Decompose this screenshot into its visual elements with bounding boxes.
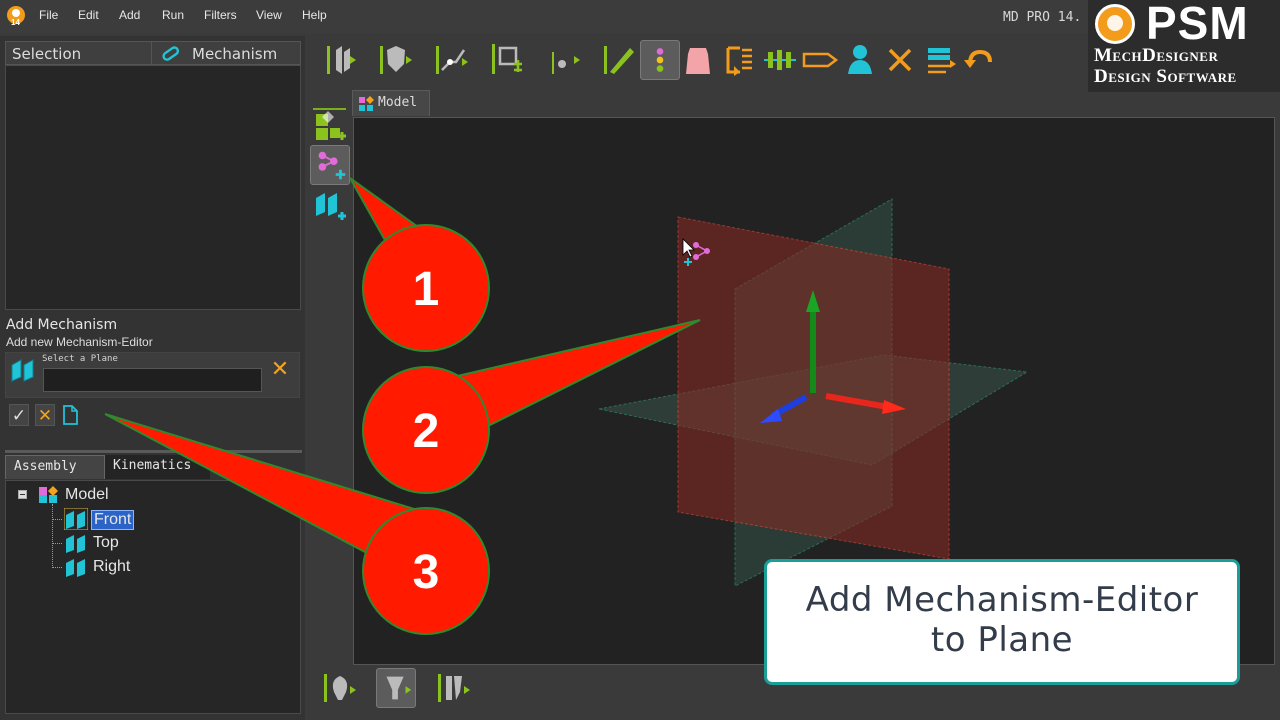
add-plane-icon[interactable] [310,186,350,226]
menu-filters[interactable]: Filters [204,8,237,22]
add-model-icon[interactable] [310,106,350,146]
panel-divider[interactable] [5,450,302,453]
tree-item-top[interactable]: Top [93,534,119,552]
menu-run[interactable]: Run [162,8,184,22]
menu-add[interactable]: Add [119,8,140,22]
add-spring-icon[interactable] [760,40,800,80]
add-mechanism-subtitle: Add new Mechanism-Editor [6,335,153,349]
add-profile-icon[interactable] [488,40,528,80]
plane-icon [11,359,34,382]
add-part-icon[interactable] [376,40,416,80]
select-plane-label: Select a Plane [42,354,118,364]
add-line-icon[interactable] [432,40,472,80]
plane-icon [66,535,85,553]
model-icon [39,486,58,503]
cancel-button[interactable]: ✕ [35,404,55,426]
selection-list-area[interactable] [5,65,301,310]
tree-item-right[interactable]: Right [93,558,130,576]
selection-tabs: Selection Mechanism [5,41,301,65]
tree-guide-line [52,504,53,568]
add-cam-icon[interactable] [320,668,360,708]
tab-assembly[interactable]: Assembly [5,455,105,479]
add-list-icon[interactable] [920,40,960,80]
tree-item-model[interactable]: Model [65,486,109,504]
model-tree [5,480,301,714]
delete-icon[interactable] [880,40,920,80]
tree-guide-line [52,543,62,544]
undo-icon[interactable] [960,40,1000,80]
add-motion-icon[interactable] [600,40,640,80]
model-icon [359,96,374,111]
clear-plane-icon[interactable]: ✕ [269,359,291,383]
add-gear-icon[interactable] [720,40,760,80]
main-toolbar [318,38,1078,82]
tab-separator [151,41,152,65]
app-logo-icon: 14 [7,6,25,27]
tab-selection[interactable]: Selection [12,45,81,63]
add-mechanism-editor-icon[interactable] [310,145,350,185]
tree-item-front[interactable]: Front [91,510,135,530]
tree-tabs: Assembly Kinematics [5,455,301,479]
svg-text:14: 14 [11,18,20,27]
link-icon [162,46,180,61]
ok-button[interactable]: ✓ [9,404,29,426]
add-mechanism-title: Add Mechanism [6,317,118,333]
menu-view[interactable]: View [256,8,282,22]
brand-line1: MechDesigner [1094,45,1219,66]
add-roller-icon[interactable] [434,668,474,708]
tree-guide-line [52,519,62,520]
add-joint-icon[interactable] [640,40,680,80]
caption-line1: Add Mechanism-Editor [805,580,1199,620]
psm-brand-logo: PSM MechDesigner Design Software [1088,0,1280,92]
app-version: MD PRO 14. [1003,10,1082,25]
add-label-icon[interactable] [800,40,840,80]
brand-line2: Design Software [1094,66,1237,87]
tab-model-label: Model [378,95,418,110]
plane-input[interactable] [43,368,262,392]
menu-help[interactable]: Help [302,8,327,22]
tab-mechanism[interactable]: Mechanism [192,45,277,63]
brand-circle-icon [1095,4,1135,44]
tree-guide-line [52,567,62,568]
menu-file[interactable]: File [39,8,58,22]
caption-box: Add Mechanism-Editor to Plane [764,559,1240,685]
add-point-icon[interactable] [544,40,584,80]
brand-name: PSM [1146,0,1249,49]
tab-kinematics[interactable]: Kinematics [105,455,210,479]
add-follower-icon[interactable] [376,668,416,708]
document-icon[interactable] [60,404,80,426]
plane-icon [64,508,88,530]
caption-line2: to Plane [930,620,1074,660]
tree-collapse-toggle[interactable] [18,490,27,499]
plane-icon [66,559,85,577]
menu-bar: 14 File Edit Add Run Filters View Help M… [0,0,1090,33]
menu-edit[interactable]: Edit [78,8,99,22]
add-dyad-icon[interactable] [678,40,718,80]
add-user-icon[interactable] [840,40,880,80]
kinematic-chain-icon[interactable] [320,40,360,80]
